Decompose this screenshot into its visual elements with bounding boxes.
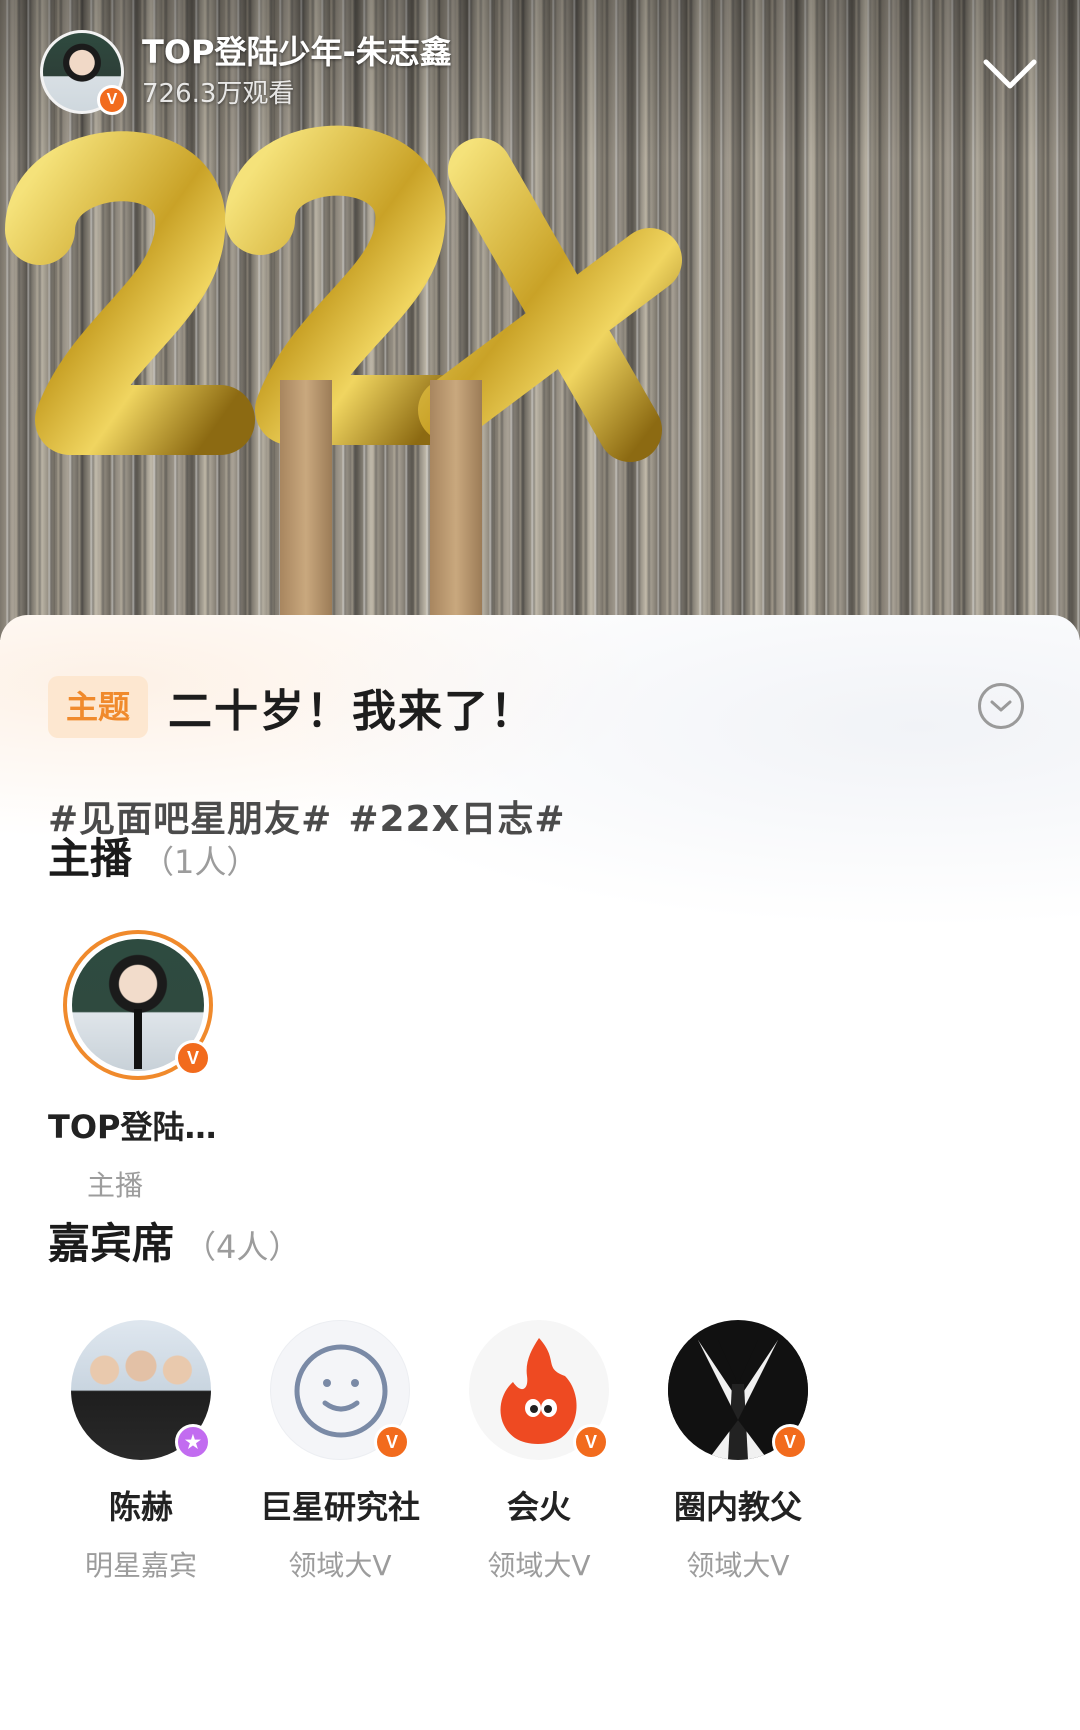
guest-count: （4人） — [184, 1228, 301, 1266]
guest-role: 领域大V — [487, 1549, 591, 1582]
guest-name: 会火 — [506, 1488, 571, 1526]
balloon-decoration — [5, 125, 682, 462]
topic-title: 二十岁！我来了！ — [168, 686, 537, 737]
guest-card[interactable]: ★ 陈赫 明星嘉宾 — [56, 1320, 226, 1584]
host-header[interactable]: V TOP登陆少年-朱志鑫 726.3万观看 — [40, 30, 452, 115]
chevron-down-circle-icon[interactable] — [978, 683, 1024, 729]
verified-badge-icon: V — [374, 1424, 410, 1460]
host-avatar[interactable]: V — [40, 30, 127, 115]
guest-role: 领域大V — [686, 1549, 790, 1582]
live-video-area[interactable]: V TOP登陆少年-朱志鑫 726.3万观看 — [0, 0, 1080, 640]
host-section-label: 主播 — [48, 834, 133, 883]
guest-card[interactable]: V 圈内教父 领域大V — [653, 1320, 823, 1584]
verified-badge-icon: V — [97, 85, 127, 115]
host-count: （1人） — [142, 843, 259, 881]
guest-name: 巨星研究社 — [259, 1488, 420, 1526]
guest-name: 圈内教父 — [673, 1488, 802, 1526]
host-section-title: 主播 （1人） — [48, 825, 258, 886]
guest-role: 明星嘉宾 — [84, 1549, 197, 1582]
balloon-stick — [430, 380, 482, 620]
hashtag-link[interactable]: #22X日志# — [348, 799, 565, 840]
host-role: 主播 — [86, 1169, 143, 1202]
topic-row: 主题 二十岁！我来了！ — [48, 675, 1032, 739]
host-card[interactable]: V TOP登陆… 主播 — [48, 930, 218, 1204]
view-count: 726.3万观看 — [142, 79, 295, 109]
verified-badge-icon: V — [573, 1424, 609, 1460]
guest-card[interactable]: V 会火 领域大V — [454, 1320, 624, 1584]
host-name: TOP登陆… — [48, 1108, 217, 1146]
guest-role: 领域大V — [288, 1549, 392, 1582]
host-name[interactable]: TOP登陆少年-朱志鑫 — [142, 32, 452, 72]
topic-tag: 主题 — [48, 676, 149, 738]
live-info-sheet: 主题 二十岁！我来了！ #见面吧星朋友# #22X日志# 主播 （1人） V TOP… — [0, 615, 1080, 1730]
verified-badge-icon: V — [175, 1040, 211, 1076]
guest-section-label: 嘉宾席 — [48, 1219, 175, 1268]
guest-card[interactable]: V 巨星研究社 领域大V — [255, 1320, 425, 1584]
balloon-stick — [280, 380, 332, 620]
chevron-down-icon[interactable] — [980, 54, 1040, 94]
verified-badge-icon: V — [772, 1424, 808, 1460]
guest-section-title: 嘉宾席 （4人） — [48, 1210, 300, 1271]
star-badge-icon: ★ — [175, 1424, 211, 1460]
guest-name: 陈赫 — [108, 1488, 173, 1526]
